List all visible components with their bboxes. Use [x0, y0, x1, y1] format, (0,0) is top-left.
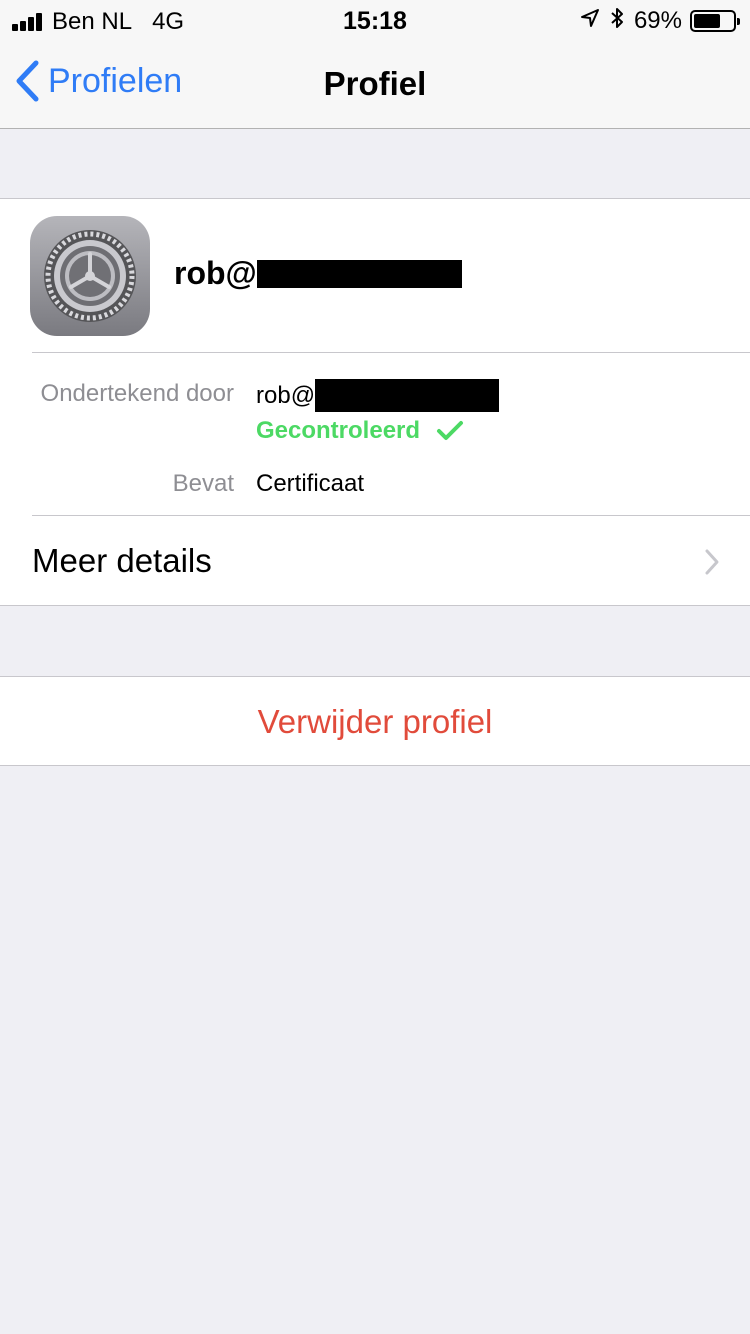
profile-name: rob@	[174, 255, 257, 291]
separator	[32, 352, 750, 353]
status-right: 69%	[580, 7, 740, 35]
redacted-area	[256, 259, 462, 288]
contains-value: Certificaat	[256, 470, 365, 497]
delete-profile-label: Verwijder profiel	[257, 703, 493, 740]
delete-profile-button[interactable]: Verwijder profiel	[0, 676, 750, 766]
battery-percentage: 69%	[633, 7, 682, 34]
verified-status: Gecontroleerd	[256, 417, 464, 445]
signed-by-text: rob@	[256, 381, 316, 409]
battery-tip	[737, 18, 740, 25]
navigation-bar: Profielen Profiel	[0, 40, 750, 129]
redacted-area	[315, 379, 500, 412]
contains-label: Bevat	[172, 470, 234, 497]
signed-by-label: Ondertekend door	[40, 380, 234, 407]
bluetooth-icon	[610, 7, 624, 35]
page-title: Profiel	[323, 65, 427, 102]
profile-name-row: rob@	[174, 255, 462, 292]
profile-card: rob@ Ondertekend door rob@ Gecontroleerd…	[0, 198, 750, 606]
location-arrow-icon	[580, 8, 600, 34]
battery-fill	[694, 14, 721, 28]
checkmark-icon	[437, 421, 464, 440]
more-details-label: Meer details	[32, 542, 212, 579]
signed-by-value: rob@	[256, 379, 500, 412]
settings-gear-icon	[30, 216, 150, 336]
battery-icon	[690, 10, 740, 32]
status-bar: Ben NL 4G 15:18 69%	[0, 0, 750, 40]
verified-label: Gecontroleerd	[256, 417, 421, 444]
more-details-row[interactable]: Meer details	[0, 516, 750, 606]
chevron-right-icon	[705, 549, 719, 575]
